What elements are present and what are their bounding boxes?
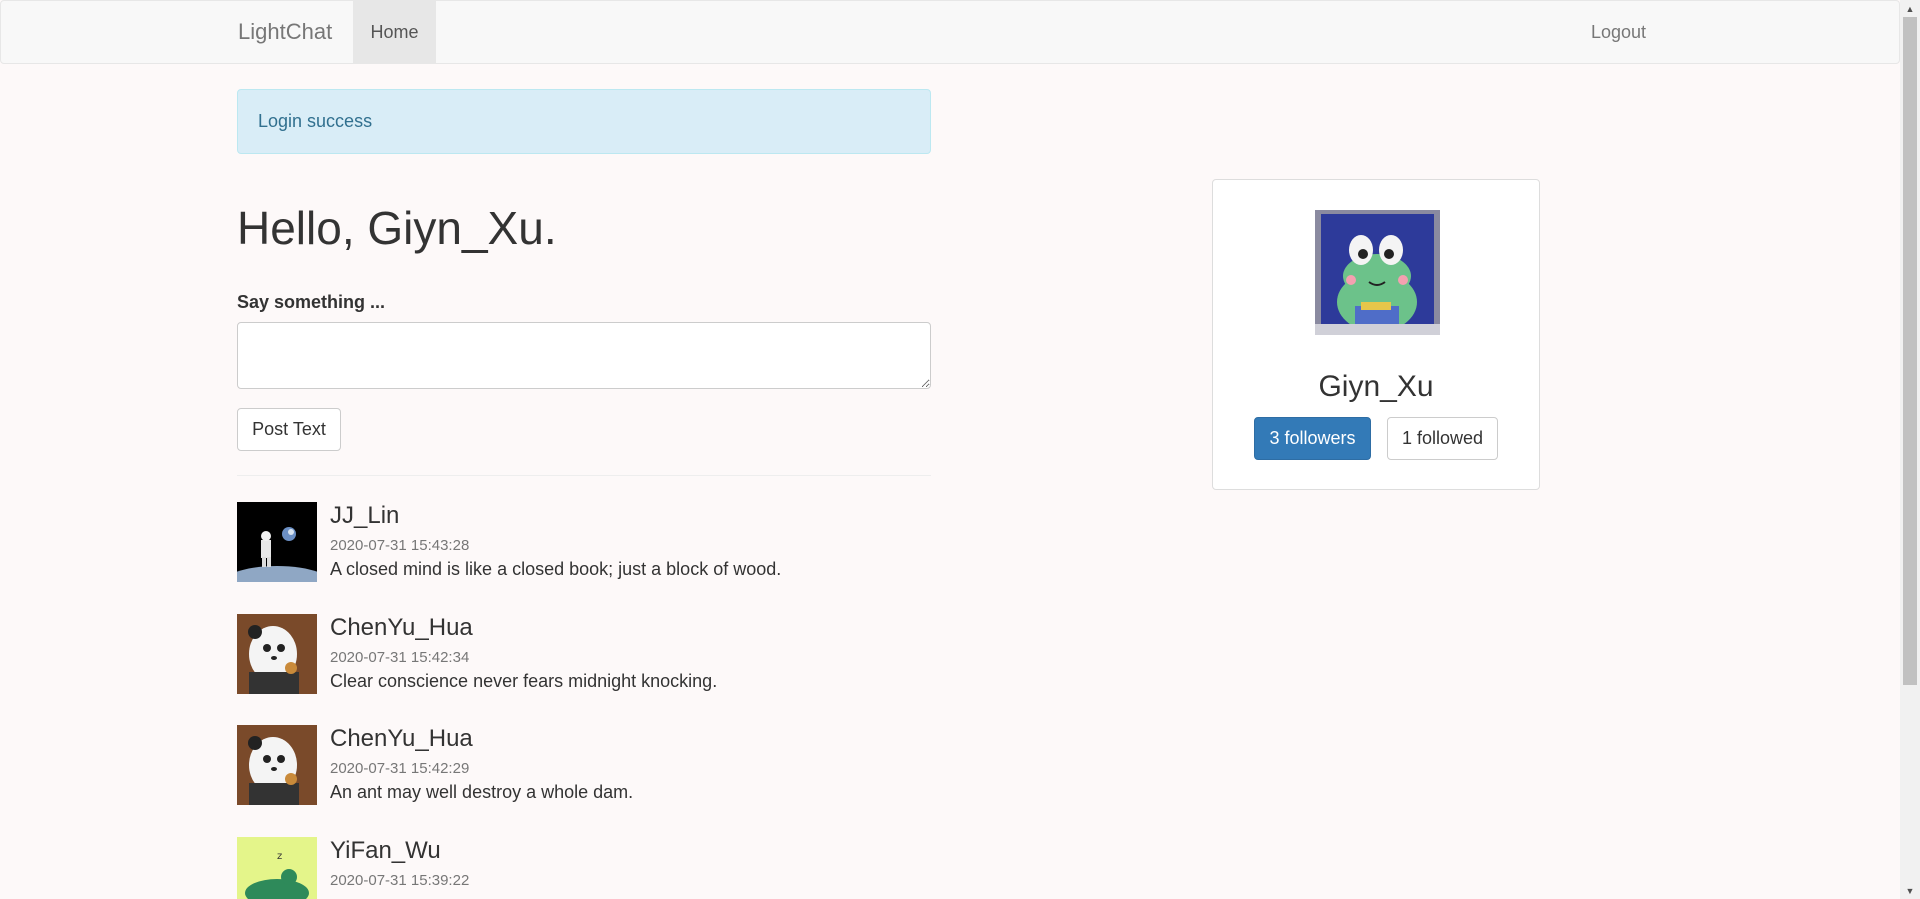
post-body: An ant may well destroy a whole dam. <box>330 782 634 802</box>
post-author[interactable]: YiFan_Wu <box>330 837 441 865</box>
followers-button[interactable]: 3 followers <box>1254 417 1371 460</box>
page-scrollbar[interactable]: ▲ ▼ <box>1900 0 1920 899</box>
post-text-button[interactable]: Post Text <box>237 408 341 451</box>
profile-username: Giyn_Xu <box>1318 370 1434 403</box>
post-author[interactable]: ChenYu_Hua <box>330 614 473 642</box>
scroll-up-arrow-icon[interactable]: ▲ <box>1900 0 1920 17</box>
login-alert: Login success <box>237 89 931 154</box>
astronaut-avatar-icon[interactable] <box>237 502 317 582</box>
frog-avatar-icon[interactable] <box>1315 210 1440 335</box>
post-timestamp: 2020-07-31 15:43:28 <box>330 537 470 554</box>
navbar: LightChat Home Logout <box>0 0 1900 64</box>
post-body: A closed mind is like a closed book; jus… <box>330 559 782 579</box>
scroll-thumb[interactable] <box>1903 17 1917 685</box>
divider <box>237 475 931 476</box>
post-item: ChenYu_Hua 2020-07-31 15:42:34 Clear con… <box>237 614 931 714</box>
post-item: JJ_Lin 2020-07-31 15:43:28 A closed mind… <box>237 502 931 602</box>
post-body: Clear conscience never fears midnight kn… <box>330 671 718 691</box>
post-timestamp: 2020-07-31 15:42:29 <box>330 760 470 777</box>
panda-avatar-icon[interactable] <box>237 614 317 694</box>
nav-home-link[interactable]: Home <box>353 1 436 63</box>
post-author[interactable]: JJ_Lin <box>330 502 399 530</box>
post-form-label: Say something ... <box>237 292 386 312</box>
post-author[interactable]: ChenYu_Hua <box>330 725 473 753</box>
profile-card: Giyn_Xu 3 followers 1 followed <box>1212 179 1540 490</box>
logout-link[interactable]: Logout <box>1591 1 1646 63</box>
post-textarea[interactable] <box>237 322 931 389</box>
panda-avatar-icon[interactable] <box>237 725 317 805</box>
post-item: ChenYu_Hua 2020-07-31 15:42:29 An ant ma… <box>237 725 931 825</box>
post-item: z YiFan_Wu 2020-07-31 15:39:22 <box>237 837 931 899</box>
svg-text:z: z <box>277 851 282 862</box>
followed-button[interactable]: 1 followed <box>1387 417 1498 460</box>
scroll-down-arrow-icon[interactable]: ▼ <box>1900 882 1920 899</box>
green-creature-avatar-icon[interactable]: z <box>237 837 317 899</box>
brand-link[interactable]: LightChat <box>238 1 332 63</box>
post-timestamp: 2020-07-31 15:39:22 <box>330 872 470 889</box>
greeting-heading: Hello, Giyn_Xu. <box>237 202 557 254</box>
post-timestamp: 2020-07-31 15:42:34 <box>330 649 470 666</box>
